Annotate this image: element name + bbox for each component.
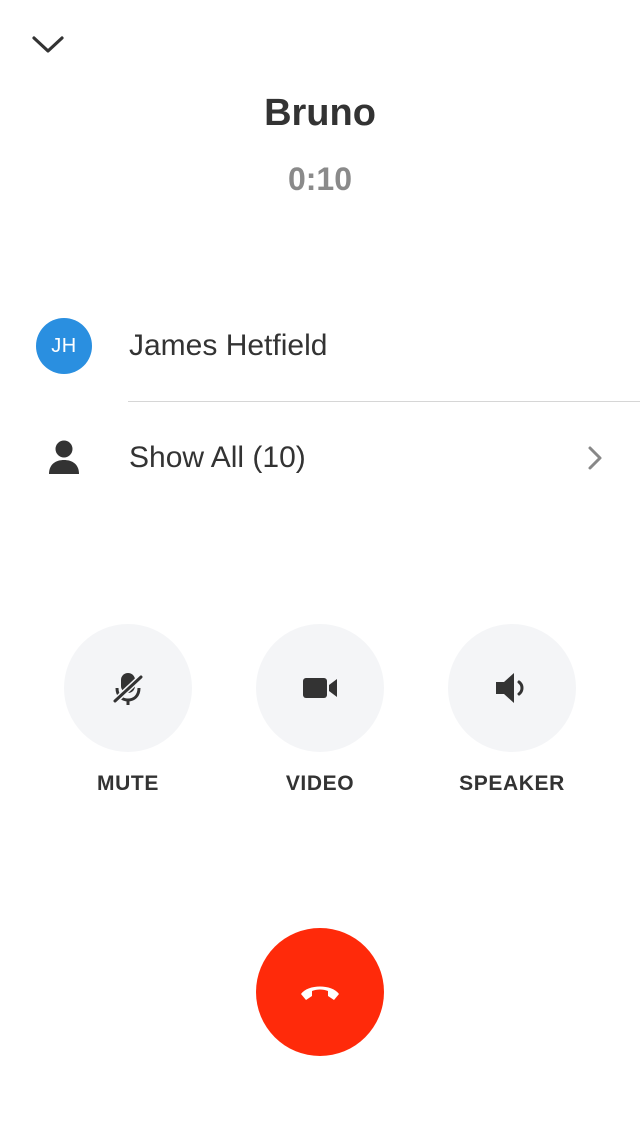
video-label: VIDEO bbox=[285, 772, 355, 795]
speaker-button[interactable] bbox=[448, 624, 576, 752]
speaker-control: SPEAKER bbox=[422, 624, 602, 798]
mute-button[interactable] bbox=[64, 624, 192, 752]
end-call-button[interactable] bbox=[256, 928, 384, 1056]
phone-hangup-icon bbox=[301, 986, 339, 1000]
caller-name: Bruno bbox=[264, 92, 376, 134]
collapse-button[interactable] bbox=[24, 22, 72, 66]
mute-control: MUTE bbox=[38, 624, 218, 798]
speaker-icon bbox=[496, 673, 524, 703]
speaker-label: SPEAKER bbox=[459, 772, 565, 795]
participant-row[interactable]: JH James Hetfield bbox=[0, 306, 640, 402]
call-controls: MUTE VIDEO SPEAKER bbox=[0, 624, 640, 804]
microphone-muted-icon bbox=[111, 673, 145, 705]
show-all-row[interactable]: Show All (10) bbox=[0, 412, 640, 504]
video-control: VIDEO bbox=[230, 624, 410, 798]
call-duration: 0:10 bbox=[287, 161, 353, 197]
participant-name: James Hetfield bbox=[129, 329, 328, 362]
show-all-label: Show All (10) bbox=[129, 441, 306, 474]
mute-label: MUTE bbox=[97, 772, 159, 795]
video-camera-icon bbox=[303, 678, 337, 698]
person-icon bbox=[49, 440, 79, 474]
chevron-right-icon bbox=[588, 446, 602, 470]
divider bbox=[128, 401, 640, 402]
avatar: JH bbox=[36, 318, 92, 374]
chevron-down-icon bbox=[32, 36, 64, 53]
video-button[interactable] bbox=[256, 624, 384, 752]
